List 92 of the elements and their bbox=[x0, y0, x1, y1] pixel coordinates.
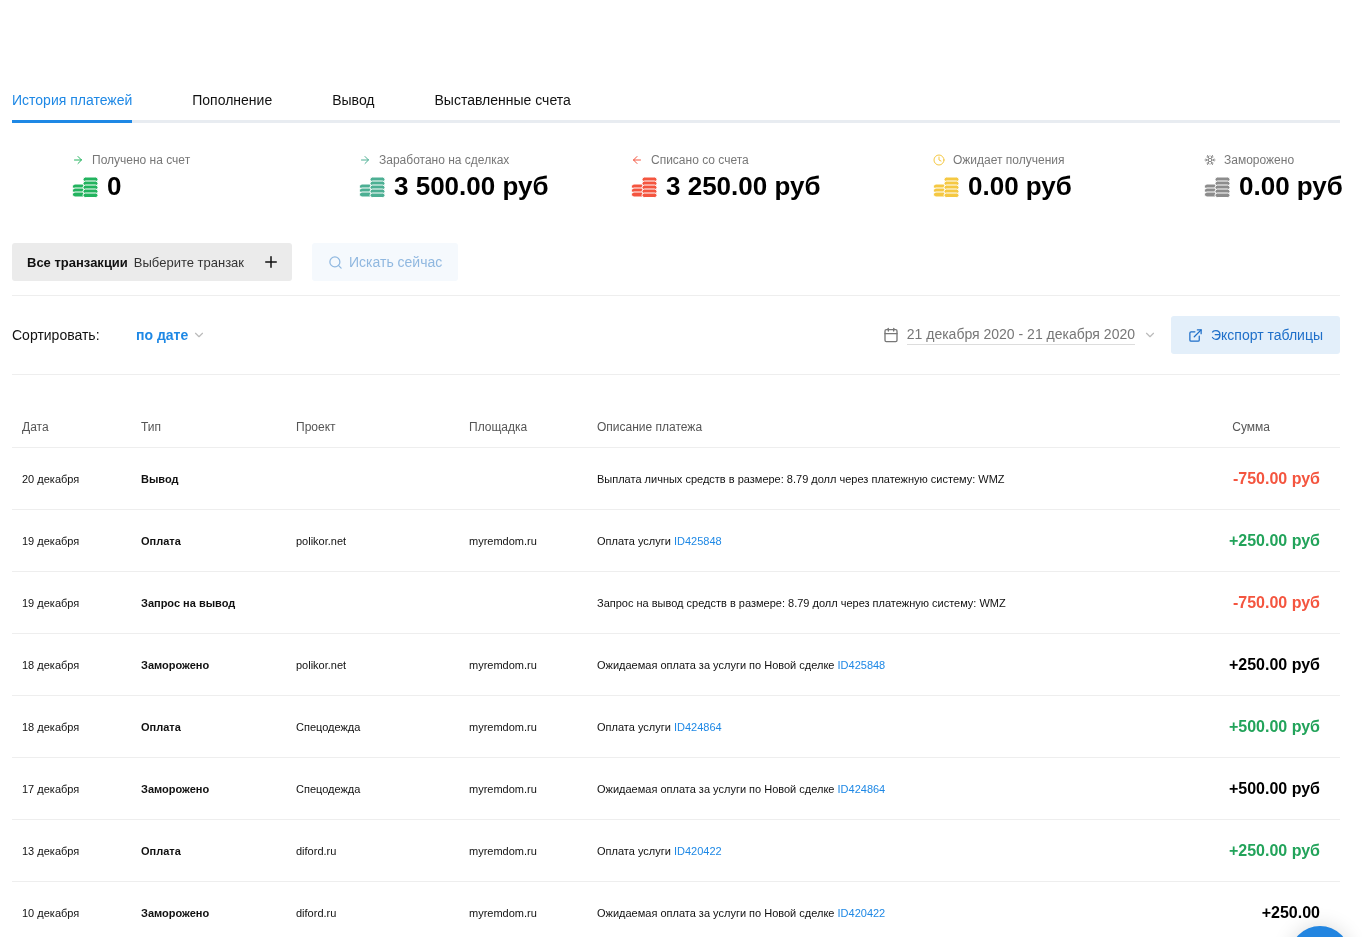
description-cell-text: Ожидаемая оплата за услуги по Новой сделке ID424864 bbox=[597, 782, 887, 795]
amount-cell-text: +250.00 bbox=[1260, 903, 1320, 922]
description-cell-text: Оплата услуги ID424864 bbox=[597, 720, 723, 733]
description-cell-text: Оплата услуги ID420422 bbox=[597, 844, 723, 857]
tab[interactable]: Выставленные счета bbox=[434, 86, 571, 123]
id-link[interactable]: ID425848 bbox=[673, 534, 722, 547]
coins-icon bbox=[72, 175, 99, 198]
type-cell-text: Запрос на вывод bbox=[141, 596, 237, 609]
description-cell-text: Оплата услуги ID425848 bbox=[597, 534, 723, 547]
description-cell-text: Ожидаемая оплата за услуги по Новой сделке ID420422 bbox=[597, 906, 887, 919]
project-cell-text: Спецодежда bbox=[296, 720, 362, 733]
stat-value: 3 500.00 руб bbox=[394, 171, 549, 202]
description-cell-text: Выплата личных средств в размере: 8.79 долл через платежную систему: WMZ bbox=[597, 472, 1006, 485]
date-cell-text: 20 декабря bbox=[22, 472, 81, 485]
date-cell-text: 19 декабря bbox=[22, 534, 81, 547]
arrow-right-icon bbox=[72, 154, 84, 166]
site-cell-text: myremdom.ru bbox=[469, 906, 538, 919]
site-cell-text: myremdom.ru bbox=[469, 844, 538, 857]
clock-icon bbox=[933, 154, 945, 166]
id-link[interactable]: ID425848 bbox=[837, 658, 886, 671]
amount-cell-text: +250.00 руб bbox=[1227, 655, 1320, 674]
arrow-right-icon bbox=[359, 154, 371, 166]
column-header: Описание платежа bbox=[597, 420, 704, 434]
coins-icon bbox=[1204, 175, 1231, 198]
amount-cell-text: +500.00 руб bbox=[1227, 779, 1320, 798]
stat-label: Ожидает получения bbox=[953, 153, 1065, 167]
id-link[interactable]: ID420422 bbox=[837, 906, 886, 919]
project-cell-text: polikor.net bbox=[296, 658, 348, 671]
search-icon bbox=[328, 254, 343, 270]
column-header: Дата bbox=[22, 420, 50, 434]
type-cell-text: Оплата bbox=[141, 844, 182, 857]
project-cell-text: diford.ru bbox=[296, 844, 338, 857]
site-cell-text: myremdom.ru bbox=[469, 534, 538, 547]
amount-cell-text: +250.00 руб bbox=[1227, 531, 1320, 550]
plus-icon[interactable] bbox=[262, 253, 280, 271]
amount-cell-text: -750.00 руб bbox=[1231, 469, 1320, 488]
column-header: Сумма bbox=[1231, 420, 1271, 434]
id-link[interactable]: ID420422 bbox=[673, 844, 722, 857]
amount-cell-text: -750.00 руб bbox=[1231, 593, 1320, 612]
export-button[interactable]: Экспорт таблицы bbox=[1171, 316, 1340, 354]
type-cell-text: Заморожено bbox=[141, 658, 211, 671]
tab[interactable]: Вывод bbox=[332, 86, 375, 123]
coins-icon bbox=[933, 175, 960, 198]
transaction-input[interactable]: Выберите транзак bbox=[133, 254, 252, 270]
date-range-field[interactable]: 21 декабря 2020 - 21 декабря 2020 bbox=[906, 325, 1135, 345]
filter-label: Все транзакции bbox=[27, 254, 128, 270]
site-cell-text: myremdom.ru bbox=[469, 782, 538, 795]
coins-icon bbox=[359, 175, 386, 198]
project-cell-text: polikor.net bbox=[296, 534, 348, 547]
description-cell-text: Запрос на вывод средств в размере: 8.79 долл через платежную систему: WMZ bbox=[597, 596, 1007, 609]
column-header: Проект bbox=[296, 420, 337, 434]
type-cell-text: Вывод bbox=[141, 472, 180, 485]
stat-value: 3 250.00 руб bbox=[666, 171, 821, 202]
arrow-left-icon bbox=[631, 154, 643, 166]
site-cell-text: myremdom.ru bbox=[469, 658, 538, 671]
stat-value: 0.00 руб bbox=[968, 171, 1072, 202]
stat-value: 0.00 руб bbox=[1239, 171, 1343, 202]
site-cell-text: myremdom.ru bbox=[469, 720, 538, 733]
column-header: Площадка bbox=[469, 420, 529, 434]
snowflake-icon bbox=[1204, 154, 1216, 166]
description-cell-text: Ожидаемая оплата за услуги по Новой сделке ID425848 bbox=[597, 658, 887, 671]
column-header: Тип bbox=[141, 420, 162, 434]
date-cell-text: 13 декабря bbox=[22, 844, 81, 857]
sort-dropdown[interactable]: по дате bbox=[136, 327, 207, 343]
date-cell-text: 10 декабря bbox=[22, 906, 81, 919]
date-cell-text: 17 декабря bbox=[22, 782, 81, 795]
external-link-icon bbox=[1188, 327, 1203, 343]
project-cell-text: Спецодежда bbox=[296, 782, 362, 795]
stat-label: Списано со счета bbox=[651, 153, 749, 167]
search-button[interactable]: Искать сейчас bbox=[312, 243, 459, 281]
tab[interactable]: Пополнение bbox=[192, 86, 273, 123]
id-link[interactable]: ID424864 bbox=[673, 720, 722, 733]
amount-cell-text: +250.00 руб bbox=[1227, 841, 1320, 860]
type-cell-text: Заморожено bbox=[141, 782, 211, 795]
sort-label: Сортировать: bbox=[12, 327, 101, 343]
tab[interactable]: История платежей bbox=[12, 86, 133, 123]
date-cell-text: 19 декабря bbox=[22, 596, 81, 609]
type-cell-text: Оплата bbox=[141, 534, 182, 547]
stat-label: Заморожено bbox=[1224, 153, 1295, 167]
amount-cell-text: +500.00 руб bbox=[1227, 717, 1320, 736]
stat-label: Получено на счет bbox=[92, 153, 191, 167]
transaction-filter[interactable]: Все транзакции Выберите транзак bbox=[12, 243, 292, 281]
type-cell-text: Заморожено bbox=[141, 906, 211, 919]
type-cell-text: Оплата bbox=[141, 720, 182, 733]
calendar-icon bbox=[882, 327, 899, 343]
coins-icon bbox=[631, 175, 658, 198]
date-cell-text: 18 декабря bbox=[22, 658, 81, 671]
project-cell-text: diford.ru bbox=[296, 906, 338, 919]
stat-label: Заработано на сделках bbox=[379, 153, 510, 167]
stat-value: 0 bbox=[107, 171, 122, 202]
id-link[interactable]: ID424864 bbox=[837, 782, 886, 795]
date-cell-text: 18 декабря bbox=[22, 720, 81, 733]
